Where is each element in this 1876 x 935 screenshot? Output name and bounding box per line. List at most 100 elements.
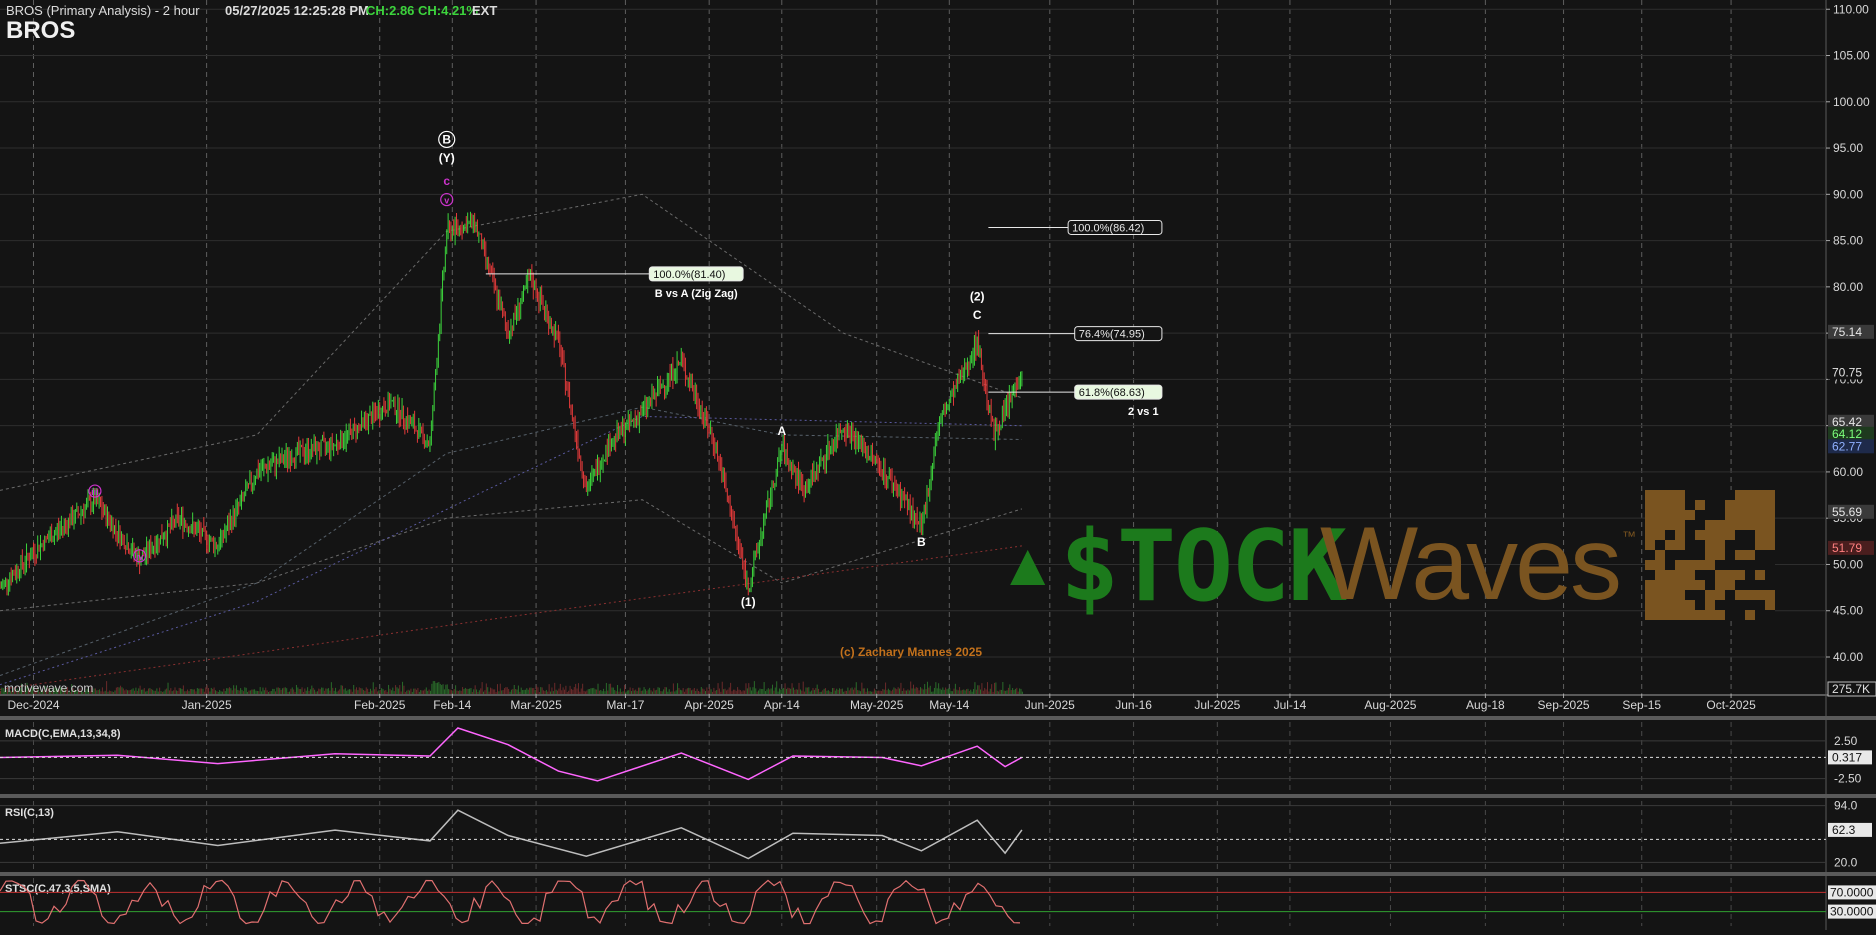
volume-bar xyxy=(396,687,398,694)
qr-module xyxy=(1715,520,1725,530)
volume-bar xyxy=(837,689,839,694)
volume-bar xyxy=(660,691,662,694)
volume-bar xyxy=(293,689,295,694)
volume-bar xyxy=(601,691,603,694)
volume-bar xyxy=(956,689,958,694)
pane-separator xyxy=(0,794,1876,798)
volume-bar xyxy=(431,683,433,694)
volume-bar xyxy=(378,690,380,694)
volume-bar xyxy=(187,689,189,694)
volume-bar xyxy=(961,689,963,694)
qr-module xyxy=(1675,610,1685,620)
volume-bar xyxy=(773,690,775,694)
volume-bar xyxy=(684,691,686,694)
qr-module xyxy=(1675,580,1685,590)
qr-module xyxy=(1645,610,1655,620)
volume-bar xyxy=(443,689,445,694)
volume-bar xyxy=(111,691,113,694)
volume-bar xyxy=(845,690,847,694)
volume-bar xyxy=(903,688,905,694)
date-tick-label: Mar-2025 xyxy=(510,698,562,712)
volume-bar xyxy=(978,685,980,694)
volume-bar xyxy=(718,688,720,694)
volume-bar xyxy=(173,690,175,694)
volume-bar xyxy=(674,691,676,694)
volume-bar xyxy=(868,691,870,694)
volume-bar xyxy=(732,689,734,694)
qr-module xyxy=(1745,590,1755,600)
volume-bar xyxy=(568,690,570,694)
volume-bar xyxy=(127,690,129,694)
volume-bar xyxy=(619,688,621,694)
volume-bar xyxy=(530,687,532,694)
volume-bar xyxy=(175,690,177,694)
volume-bar xyxy=(561,690,563,694)
qr-module xyxy=(1675,570,1685,580)
volume-bar xyxy=(104,690,106,694)
volume-bar xyxy=(657,687,659,694)
volume-bar xyxy=(358,687,360,694)
volume-bar xyxy=(618,691,620,694)
volume-bar xyxy=(527,689,529,694)
volume-bar xyxy=(974,682,976,694)
volume-bar xyxy=(946,689,948,694)
wave-label: B xyxy=(917,535,926,549)
volume-bar xyxy=(696,688,698,694)
volume-bar xyxy=(276,687,278,694)
volume-bar xyxy=(836,688,838,694)
volume-bar xyxy=(843,691,845,694)
chart-canvas[interactable]: Dec-2024 Jan-2025 Feb-2025 Feb-14 Mar-2025 Ma… xyxy=(0,0,1876,930)
volume-bar xyxy=(651,691,653,694)
volume-bar xyxy=(270,691,272,694)
volume-bar xyxy=(115,687,117,694)
qr-module xyxy=(1715,590,1725,600)
volume-bar xyxy=(635,689,637,694)
volume-bar xyxy=(524,689,526,694)
volume-bar xyxy=(667,691,669,694)
volume-bar xyxy=(509,691,511,694)
volume-bar xyxy=(481,682,483,694)
volume-bar xyxy=(536,685,538,694)
date-tick-label: May-14 xyxy=(929,698,969,712)
volume-bar xyxy=(850,688,852,694)
volume-bar xyxy=(224,691,226,694)
rsi-tick-label: 20.0 xyxy=(1834,855,1858,869)
price-tick-label: 45.00 xyxy=(1833,604,1863,618)
volume-bar xyxy=(374,689,376,694)
volume-bar xyxy=(307,687,309,694)
volume-bar xyxy=(906,690,908,694)
volume-bar xyxy=(964,690,966,694)
volume-bar xyxy=(943,689,945,694)
volume-bar xyxy=(744,690,746,694)
volume-bar xyxy=(730,682,732,694)
qr-module xyxy=(1725,570,1735,580)
qr-module xyxy=(1715,610,1725,620)
volume-bar xyxy=(590,688,592,694)
volume-bar xyxy=(194,689,196,694)
volume-bar xyxy=(626,690,628,694)
volume-bar xyxy=(991,684,993,694)
volume-bar xyxy=(654,690,656,694)
volume-bar xyxy=(776,681,778,694)
volume-bar xyxy=(367,688,369,694)
qr-module xyxy=(1705,520,1715,530)
volume-bar xyxy=(323,690,325,694)
volume-bar xyxy=(302,691,304,694)
volume-bar xyxy=(834,690,836,694)
volume-bar xyxy=(603,688,605,694)
volume-bar xyxy=(438,681,440,694)
volume-bar xyxy=(311,685,313,694)
qr-module xyxy=(1755,530,1765,540)
volume-bar xyxy=(515,689,517,694)
pane-separator xyxy=(0,694,1876,696)
volume-bar xyxy=(347,689,349,694)
volume-bar xyxy=(921,688,923,694)
volume-bar xyxy=(121,687,123,694)
volume-bar xyxy=(541,687,543,694)
qr-module xyxy=(1675,600,1685,610)
volume-bar xyxy=(309,689,311,694)
volume-bar xyxy=(286,688,288,694)
volume-bar xyxy=(861,682,863,694)
qr-module xyxy=(1675,590,1685,600)
qr-module xyxy=(1645,510,1655,520)
